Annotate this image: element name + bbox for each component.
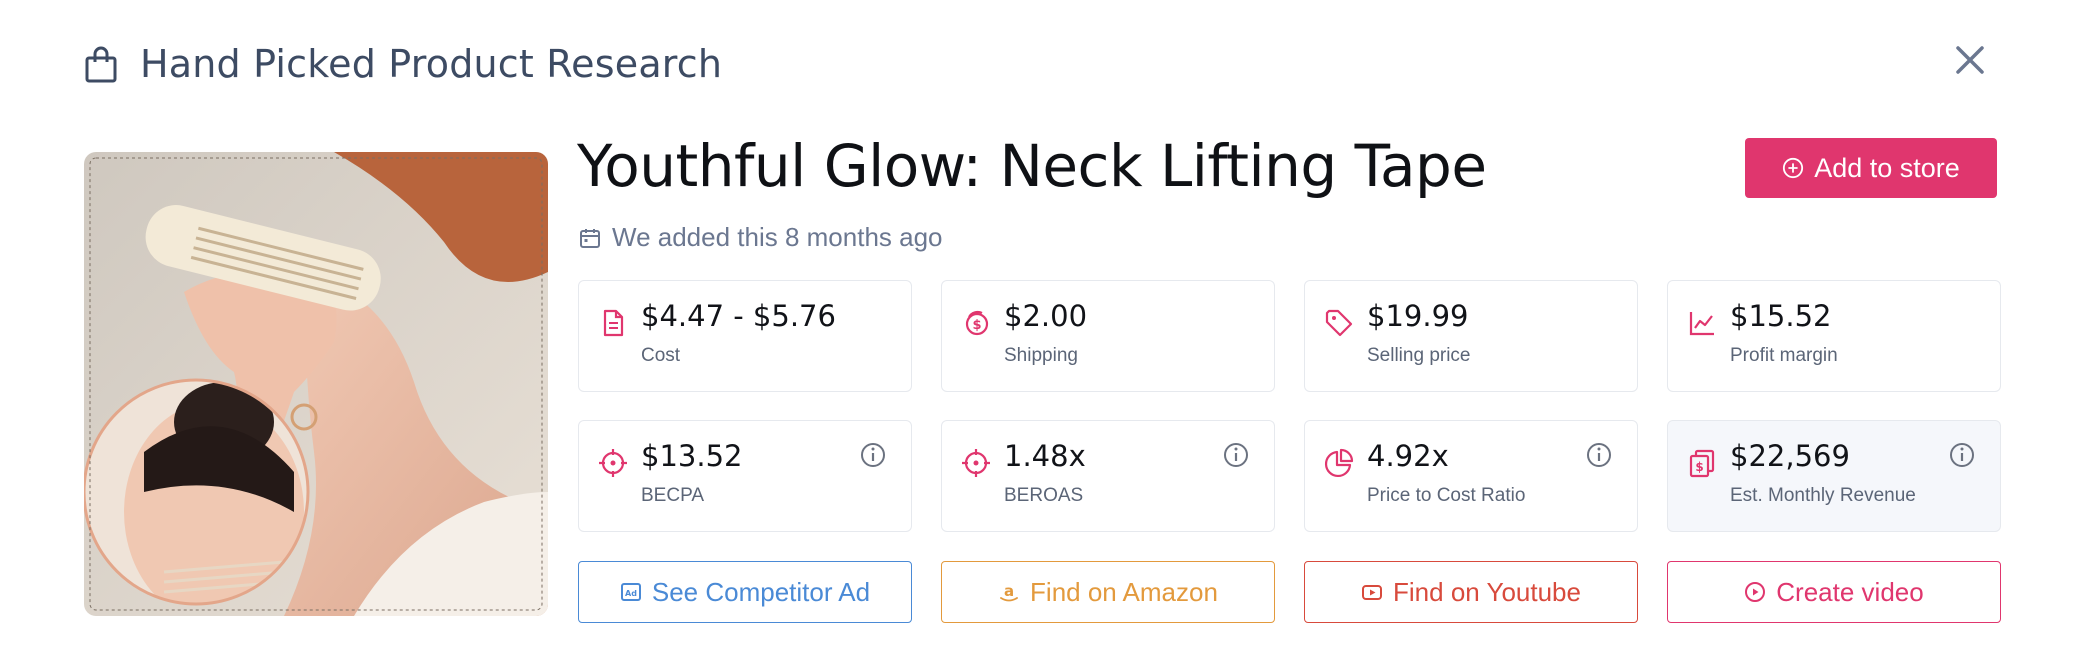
shopping-bag-icon: [85, 46, 117, 83]
find-on-youtube-button[interactable]: Find on Youtube: [1304, 561, 1638, 623]
stat-value: 1.48x: [1004, 439, 1086, 473]
crosshair-icon: [599, 449, 627, 477]
create-video-button[interactable]: Create video: [1667, 561, 2001, 623]
add-to-store-label: Add to store: [1814, 152, 1960, 183]
stat-value: $13.52: [641, 439, 743, 473]
close-icon[interactable]: [1950, 40, 1990, 80]
document-icon: [603, 309, 624, 337]
amazon-icon: a: [1000, 582, 1018, 602]
info-icon[interactable]: [1948, 441, 1976, 469]
youtube-icon: [1362, 585, 1383, 600]
svg-text:$: $: [1695, 460, 1703, 474]
stat-value: $4.47 - $5.76: [641, 299, 836, 333]
stat-price-cost-ratio: 4.92x Price to Cost Ratio: [1304, 420, 1638, 532]
stat-label: BECPA: [641, 485, 705, 506]
stat-label: Est. Monthly Revenue: [1730, 485, 1916, 506]
ad-icon: Ad: [620, 583, 641, 601]
stat-value: $19.99: [1367, 299, 1469, 333]
info-icon[interactable]: [1585, 441, 1613, 469]
stat-monthly-revenue: $ $22,569 Est. Monthly Revenue: [1667, 420, 2001, 532]
modal-title: Hand Picked Product Research: [140, 42, 723, 86]
stat-value: 4.92x: [1367, 439, 1449, 473]
svg-text:Ad: Ad: [625, 589, 637, 598]
plus-circle-icon: [1783, 157, 1804, 179]
stat-label: Shipping: [1004, 345, 1078, 366]
action-label: See Competitor Ad: [651, 576, 871, 607]
pie-chart-icon: [1324, 448, 1354, 478]
stat-value: $2.00: [1004, 299, 1088, 333]
crosshair-icon: [962, 449, 990, 477]
stat-label: Cost: [641, 345, 681, 366]
stat-label: Selling price: [1367, 345, 1471, 366]
stat-value: $15.52: [1730, 299, 1832, 333]
svg-text:$: $: [972, 318, 981, 333]
action-label: Create video: [1776, 576, 1924, 607]
stat-value: $22,569: [1730, 439, 1850, 473]
add-to-store-button[interactable]: Add to store: [1745, 138, 1997, 198]
added-date-text: We added this 8 months ago: [612, 222, 943, 252]
stat-shipping: $ $2.00 Shipping: [941, 280, 1275, 392]
info-icon[interactable]: [859, 441, 887, 469]
action-label: Find on Amazon: [1030, 576, 1218, 607]
stat-becpa: $13.52 BECPA: [578, 420, 912, 532]
stat-label: Price to Cost Ratio: [1367, 485, 1526, 506]
modal-header: Hand Picked Product Research: [84, 36, 722, 92]
stat-cost: $4.47 - $5.76 Cost: [578, 280, 912, 392]
stat-profit-margin: $15.52 Profit margin: [1667, 280, 2001, 392]
see-competitor-ad-button[interactable]: Ad See Competitor Ad: [578, 561, 912, 623]
stat-label: BEROAS: [1004, 485, 1084, 506]
calendar-icon: [580, 228, 600, 248]
play-circle-icon: [1745, 582, 1766, 602]
product-image: [84, 152, 548, 616]
find-on-amazon-button[interactable]: a Find on Amazon: [941, 561, 1275, 623]
revenue-icon: $: [1689, 449, 1715, 478]
line-chart-icon: [1689, 312, 1714, 336]
stat-beroas: 1.48x BEROAS: [941, 420, 1275, 532]
stat-label: Profit margin: [1730, 345, 1838, 366]
product-title: Youthful Glow: Neck Lifting Tape: [577, 132, 1487, 200]
svg-text:a: a: [1004, 582, 1014, 600]
info-icon[interactable]: [1222, 441, 1250, 469]
coins-icon: $: [965, 310, 989, 336]
action-label: Find on Youtube: [1393, 576, 1581, 607]
price-tag-icon: [1325, 309, 1353, 337]
stat-selling-price: $19.99 Selling price: [1304, 280, 1638, 392]
added-date: We added this 8 months ago: [578, 222, 943, 253]
